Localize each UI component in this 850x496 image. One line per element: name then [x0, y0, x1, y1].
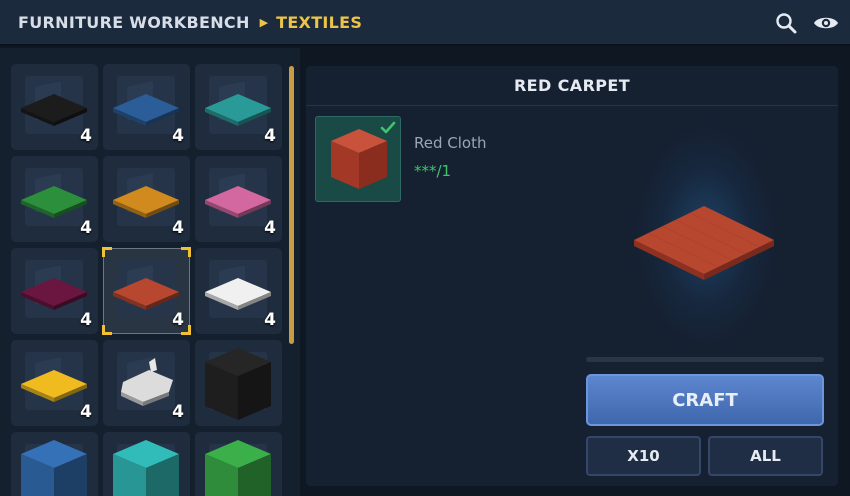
selection-corner — [102, 325, 112, 335]
search-icon[interactable] — [773, 10, 799, 36]
recipe-title: RED CARPET — [306, 66, 838, 106]
recipe-slot-blue-block[interactable] — [11, 432, 98, 496]
item-count: 4 — [172, 218, 184, 238]
recipe-slot-white-carpet[interactable]: 4 — [195, 248, 282, 334]
recipe-slot-orange-carpet[interactable]: 4 — [103, 156, 190, 242]
breadcrumb-category: TEXTILES — [276, 12, 363, 32]
recipe-slot-purple-carpet[interactable]: 4 — [11, 248, 98, 334]
selection-corner — [102, 247, 112, 257]
grid-scrollbar[interactable] — [289, 66, 294, 344]
ingredient-name: Red Cloth — [414, 134, 487, 152]
cyan-block-icon — [113, 440, 179, 496]
black-block-icon — [205, 348, 271, 420]
item-count: 4 — [172, 402, 184, 422]
header-bar: FURNITURE WORKBENCH ▶ TEXTILES — [0, 0, 850, 46]
recipe-slot-yellow-carpet[interactable]: 4 — [11, 340, 98, 426]
item-count: 4 — [80, 126, 92, 146]
recipe-slot-red-carpet[interactable]: 4 — [102, 247, 191, 335]
craft-x10-button[interactable]: X10 — [586, 436, 701, 476]
recipe-slot-green-carpet[interactable]: 4 — [11, 156, 98, 242]
recipe-slot-cyan-block[interactable] — [103, 432, 190, 496]
recipe-detail-panel: RED CARPET Red Cloth ***/1 CRAFT X10 ALL — [306, 66, 838, 486]
item-count: 4 — [264, 218, 276, 238]
recipe-slot-cyan-carpet[interactable]: 4 — [195, 64, 282, 150]
textile-recipe-grid: 44444444444 — [0, 48, 300, 496]
craft-button[interactable]: CRAFT — [586, 374, 824, 426]
breadcrumb-arrow-icon: ▶ — [259, 15, 269, 29]
item-count: 4 — [80, 310, 92, 330]
breadcrumb-workbench[interactable]: FURNITURE WORKBENCH — [18, 13, 250, 32]
blue-block-icon — [21, 440, 87, 496]
ingredient-slot[interactable] — [315, 116, 401, 202]
ingredient-quantity: ***/1 — [414, 162, 452, 180]
recipe-slot-green-block[interactable] — [195, 432, 282, 496]
item-preview-red-carpet — [626, 202, 786, 296]
item-count: 4 — [80, 402, 92, 422]
check-icon — [380, 120, 396, 139]
recipe-slot-fleece[interactable]: 4 — [103, 340, 190, 426]
item-count: 4 — [264, 126, 276, 146]
recipe-slot-blue-carpet[interactable]: 4 — [103, 64, 190, 150]
selection-corner — [181, 247, 191, 257]
recipe-slot-pink-carpet[interactable]: 4 — [195, 156, 282, 242]
green-block-icon — [205, 440, 271, 496]
craft-progress-bar — [586, 357, 824, 362]
recipe-slot-black-carpet[interactable]: 4 — [11, 64, 98, 150]
craft-all-button[interactable]: ALL — [708, 436, 823, 476]
recipe-slot-black-block[interactable] — [195, 340, 282, 426]
eye-icon[interactable] — [813, 10, 839, 36]
selection-corner — [181, 325, 191, 335]
item-count: 4 — [264, 310, 276, 330]
item-count: 4 — [80, 218, 92, 238]
item-count: 4 — [172, 126, 184, 146]
